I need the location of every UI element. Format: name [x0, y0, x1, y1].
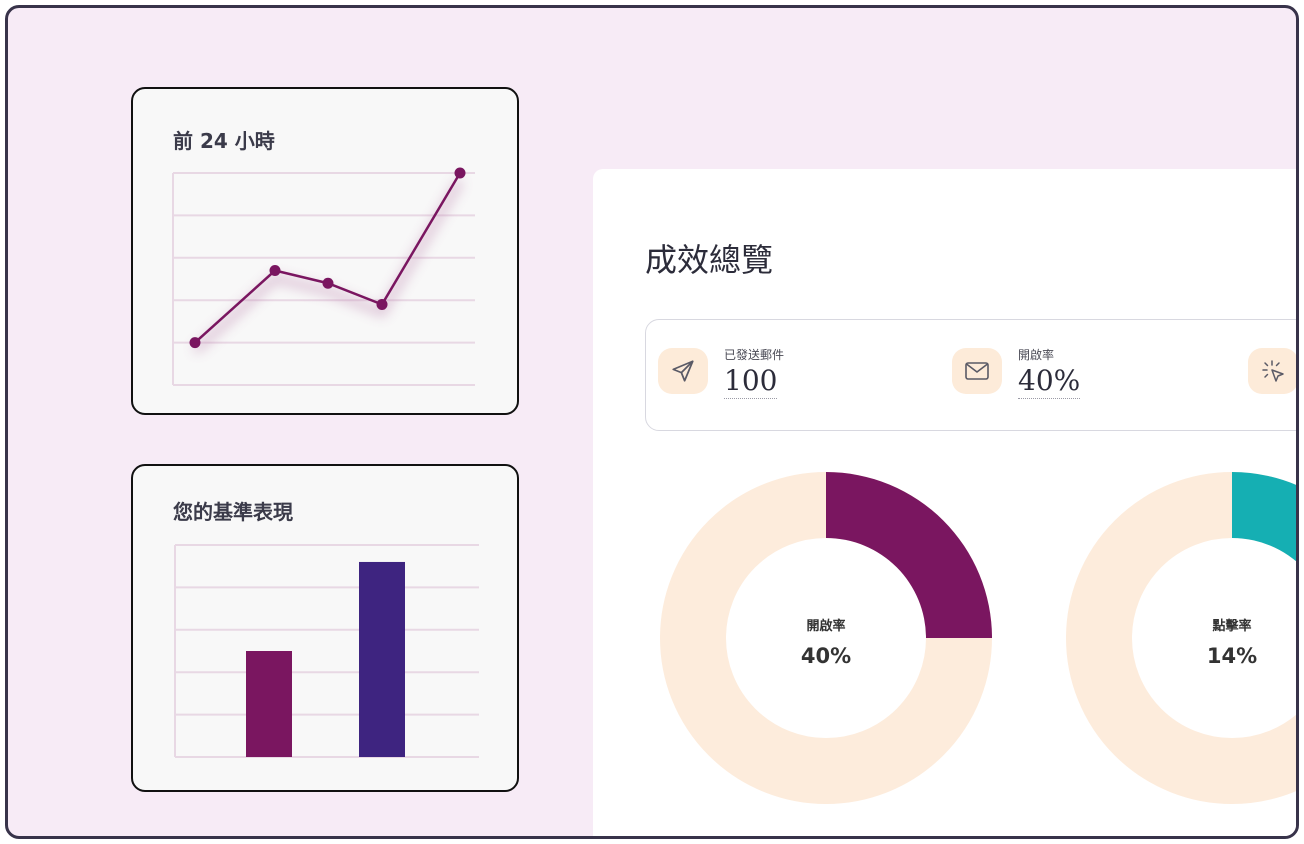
click-rate-donut-chart — [1066, 472, 1296, 804]
click-rate-donut: 點擊率 14% — [1066, 472, 1296, 804]
benchmark-bar-chart — [174, 544, 479, 758]
last-24-hours-card: 前 24 小時 — [131, 87, 519, 415]
last-24-hours-line-chart — [172, 167, 475, 386]
stat-open-rate: 開啟率 40% — [952, 320, 1242, 432]
performance-overview-panel: 成效總覽 已發送郵件 100 開啟率 40% 開啟率 40% 點擊率 14% — [593, 169, 1296, 836]
data-point — [322, 277, 334, 289]
donut-label: 開啟率 — [806, 619, 846, 634]
cursor-click-icon — [1248, 348, 1296, 394]
data-point — [269, 265, 281, 277]
bar — [359, 561, 405, 757]
donut-segment — [826, 472, 992, 638]
open-rate-donut: 開啟率 40% — [660, 472, 992, 804]
donut-value: 14% — [1206, 644, 1258, 668]
page-title: 成效總覽 — [645, 241, 774, 279]
open-rate-donut-chart — [660, 472, 992, 804]
app-frame: 前 24 小時 您的基準表現 成效總覽 已發送郵件 100 開啟率 40% 開啟… — [5, 5, 1299, 839]
stat-label: 已發送郵件 — [724, 348, 785, 362]
stat-emails-sent: 已發送郵件 100 — [658, 320, 948, 432]
mail-icon — [952, 348, 1002, 394]
line-shadow — [192, 178, 464, 354]
stat-click-rate — [1248, 320, 1296, 432]
benchmark-card: 您的基準表現 — [131, 464, 519, 792]
data-point — [454, 167, 466, 179]
bar — [246, 651, 292, 757]
stats-summary: 已發送郵件 100 開啟率 40% — [645, 319, 1296, 432]
data-point — [189, 337, 201, 349]
stat-label: 開啟率 — [1018, 348, 1055, 362]
donut-value: 40% — [800, 644, 852, 668]
donut-segment — [1232, 472, 1296, 562]
data-point — [376, 298, 388, 310]
stat-value[interactable]: 40% — [1018, 364, 1081, 399]
donut-label: 點擊率 — [1212, 619, 1252, 634]
send-icon — [658, 348, 708, 394]
stat-value[interactable]: 100 — [724, 364, 778, 399]
